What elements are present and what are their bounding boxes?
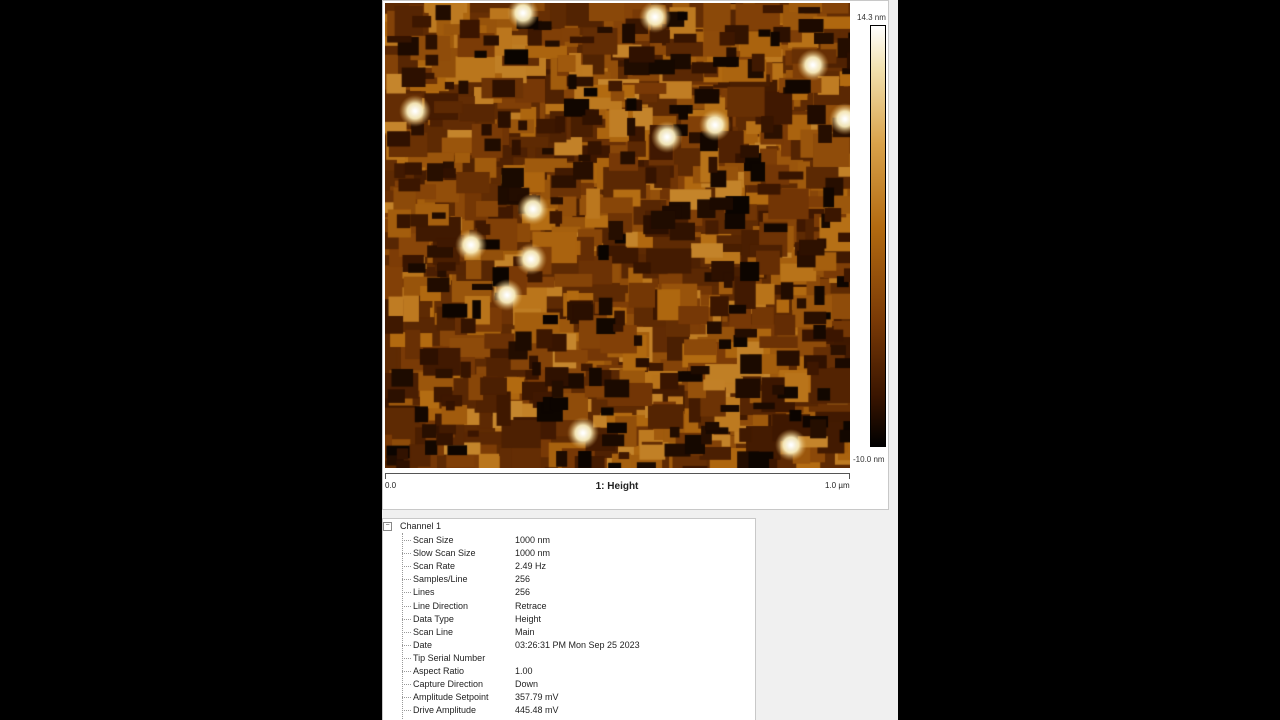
property-name: Capture Direction [413, 679, 484, 690]
property-value: Height [515, 613, 542, 624]
property-name: Date [413, 639, 433, 650]
height-color-scale [870, 25, 886, 447]
image-panel: 14.3 nm -10.0 nm 0.0 1.0 µm 1: Height [382, 0, 889, 510]
tree-branch-line [402, 592, 411, 594]
property-name: Scan Size [413, 535, 454, 545]
property-value: 256 [515, 587, 531, 598]
tree-branch-line [402, 697, 411, 699]
property-row[interactable]: Drive Amplitude 445.48 mV [402, 704, 752, 717]
tree-branch-line [402, 579, 411, 581]
property-value: 1000 nm [515, 535, 551, 545]
property-value: Main [515, 626, 535, 637]
afm-height-image[interactable] [385, 3, 850, 468]
property-name: Amplitude Setpoint [413, 692, 489, 703]
property-value: 1000 nm [515, 548, 551, 559]
property-row[interactable]: Scan Rate 2.49 Hz [402, 560, 752, 573]
property-row[interactable]: Line Direction Retrace [402, 600, 752, 613]
tree-branch-line [402, 671, 411, 672]
property-name: Drive Amplitude [413, 705, 477, 716]
property-value: 256 [515, 574, 531, 585]
property-name: Slow Scan Size [413, 548, 476, 559]
property-row[interactable]: Capture Direction Down [402, 678, 752, 691]
property-name: Tip Serial Number [413, 652, 486, 663]
tree-branch-line [402, 710, 411, 712]
tree-branch-line [402, 566, 411, 568]
property-row[interactable]: Samples/Line 256 [402, 573, 752, 586]
tree-branch-line [402, 618, 411, 620]
tree-branch-line [402, 657, 411, 659]
property-value: Down [515, 679, 539, 690]
tree-branch-line [402, 684, 411, 686]
property-value: 1.00 [515, 666, 533, 676]
property-row[interactable]: Tip Serial Number [402, 652, 752, 665]
tree-branch-line [402, 553, 411, 555]
property-row[interactable]: Slow Scan Size 1000 nm [402, 547, 752, 560]
property-value: 357.79 mV [515, 692, 559, 703]
property-row[interactable]: Amplitude Setpoint 357.79 mV [402, 691, 752, 704]
property-value: 445.48 mV [515, 705, 559, 716]
afm-viewer-window: 14.3 nm -10.0 nm 0.0 1.0 µm 1: Height − … [382, 0, 898, 720]
property-name: Aspect Ratio [413, 666, 465, 676]
property-row[interactable]: Scan Line Main [402, 626, 752, 639]
tree-branch-line [402, 644, 411, 646]
channel-group-label[interactable]: Channel 1 [400, 521, 441, 531]
color-scale-max: 14.3 nm [857, 13, 886, 22]
tree-branch-line [402, 631, 411, 633]
tree-branch-line [402, 540, 411, 541]
property-row[interactable]: Aspect Ratio 1.00 [402, 665, 752, 678]
collapse-icon[interactable]: − [383, 522, 392, 531]
property-value: 2.49 Hz [515, 561, 547, 572]
property-row[interactable]: Scan Size 1000 nm [402, 534, 752, 547]
property-value: 03:26:31 PM Mon Sep 25 2023 [515, 639, 640, 650]
property-row[interactable]: Data Type Height [402, 613, 752, 626]
image-channel-title: 1: Height [595, 481, 639, 492]
property-row[interactable]: Lines 256 [402, 586, 752, 599]
property-name: Data Type [413, 613, 454, 624]
property-name: Scan Line [413, 626, 454, 637]
property-value: Retrace [515, 600, 547, 611]
color-scale-min: -10.0 nm [853, 455, 885, 464]
property-name: Line Direction [413, 600, 469, 611]
channel-properties-tree: − Channel 1 Scan Size 1000 nm Slow Scan Si… [382, 518, 756, 720]
tree-branch-line [402, 605, 411, 607]
property-name: Lines [413, 587, 435, 598]
x-scale-bar [385, 473, 850, 479]
property-name: Samples/Line [413, 574, 468, 585]
property-row[interactable]: Date 03:26:31 PM Mon Sep 25 2023 [402, 639, 752, 652]
property-name: Scan Rate [413, 561, 456, 572]
